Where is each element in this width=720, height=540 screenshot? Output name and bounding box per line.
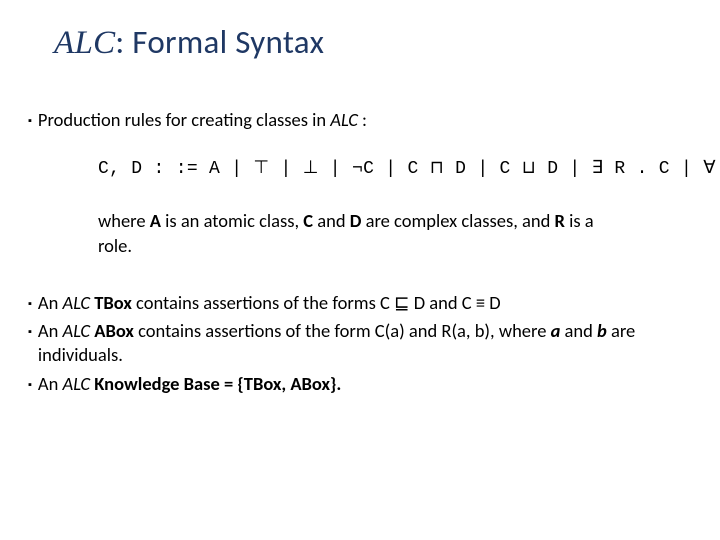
- where-p3: and: [313, 209, 350, 232]
- b1-alc: ALC: [63, 291, 91, 314]
- b1-tbox: TBox: [90, 291, 132, 314]
- b1-p1: An: [38, 291, 63, 314]
- b2-alc: ALC: [63, 319, 91, 342]
- where-C: C: [303, 209, 313, 232]
- bullet-square-icon: ▪: [28, 297, 32, 311]
- bullet-kb-text: An ALC Knowledge Base = {TBox, ABox}.: [38, 372, 690, 396]
- where-p2: is an atomic class,: [161, 209, 303, 232]
- page-title: ALC: Formal Syntax: [54, 22, 324, 62]
- intro-text: Production rules for creating classes in…: [38, 108, 690, 132]
- where-R: R: [554, 209, 564, 232]
- b3-alc: ALC: [63, 372, 91, 395]
- b1-p2: contains assertions of the forms C ⊑ D a…: [132, 291, 501, 314]
- b2-p1: An: [38, 319, 63, 342]
- b2-p3: and: [560, 319, 597, 342]
- bullet-intro: ▪ Production rules for creating classes …: [28, 108, 690, 132]
- bullet-square-icon: ▪: [28, 378, 32, 392]
- bullet-kb: ▪ An ALC Knowledge Base = {TBox, ABox}.: [28, 372, 690, 396]
- slide-body: ▪ Production rules for creating classes …: [28, 108, 690, 400]
- bullet-abox: ▪ An ALC ABox contains assertions of the…: [28, 319, 690, 367]
- title-suffix: : Formal Syntax: [115, 22, 324, 62]
- intro-alc: ALC: [330, 108, 358, 131]
- b3-p1: An: [38, 372, 63, 395]
- lower-bullets: ▪ An ALC TBox contains assertions of the…: [28, 291, 690, 395]
- intro-suffix: :: [358, 108, 367, 131]
- where-A: A: [150, 209, 161, 232]
- bullet-tbox-text: An ALC TBox contains assertions of the f…: [38, 291, 690, 315]
- slide: ALC: Formal Syntax ▪ Production rules fo…: [0, 0, 720, 540]
- where-D: D: [350, 209, 362, 232]
- bullet-abox-text: An ALC ABox contains assertions of the f…: [38, 319, 690, 367]
- b2-a: a: [551, 319, 561, 342]
- where-p4: are complex classes, and: [361, 209, 554, 232]
- title-alc: ALC: [54, 25, 115, 61]
- grammar-rule: C, D : := A | ⊤ | ⊥ | ¬C | C ⊓ D | C ⊔ D…: [98, 158, 650, 181]
- b2-p2: contains assertions of the form C(a) and…: [134, 319, 551, 342]
- bullet-tbox: ▪ An ALC TBox contains assertions of the…: [28, 291, 690, 315]
- intro-prefix: Production rules for creating classes in: [38, 108, 330, 131]
- b2-b: b: [597, 319, 607, 342]
- b3-kb: Knowledge Base = {TBox, ABox}.: [90, 372, 341, 395]
- where-clause: where A is an atomic class, C and D are …: [98, 209, 630, 259]
- bullet-square-icon: ▪: [28, 325, 32, 339]
- where-p1: where: [98, 209, 150, 232]
- bullet-square-icon: ▪: [28, 114, 32, 128]
- b2-abox: ABox: [90, 319, 134, 342]
- grammar-block: C, D : := A | ⊤ | ⊥ | ¬C | C ⊓ D | C ⊔ D…: [98, 158, 650, 181]
